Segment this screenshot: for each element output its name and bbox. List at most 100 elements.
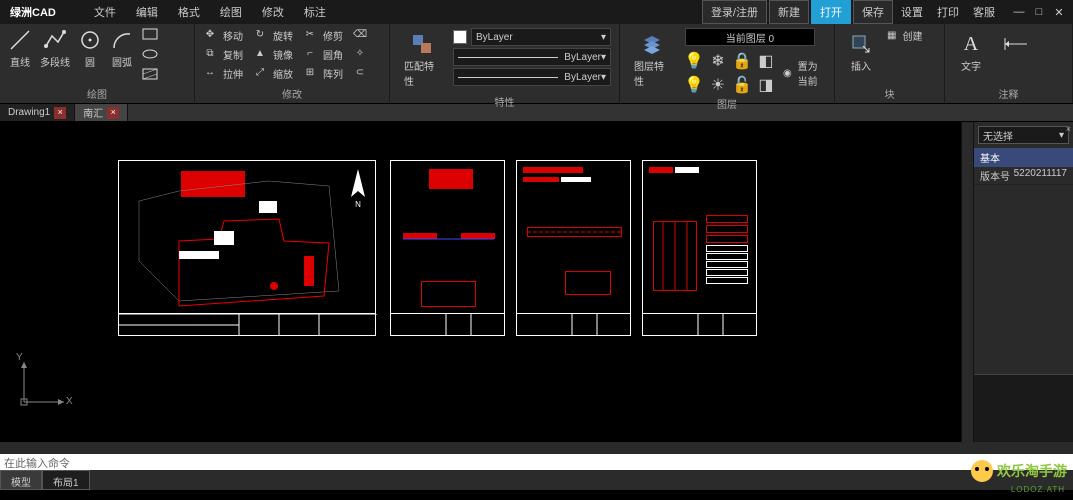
ellipse-icon[interactable] xyxy=(142,48,158,60)
layer-off-icon[interactable]: 💡 xyxy=(685,76,703,94)
properties-panel: × 无选择▾ 基本 版本号 5220211117 xyxy=(973,122,1073,442)
watermark-subtitle: LODOZ.ATH xyxy=(1011,485,1065,494)
main-menu: 文件 编辑 格式 绘图 修改 标注 xyxy=(86,0,334,24)
layer-lock-icon[interactable]: 🔒 xyxy=(733,52,751,70)
stretch-icon: ↔ xyxy=(203,67,217,81)
svg-text:N: N xyxy=(355,200,361,207)
explode-icon: ✧ xyxy=(353,48,367,62)
properties-preview xyxy=(974,374,1073,442)
layer-on-icon[interactable]: 💡 xyxy=(685,52,703,70)
linetype-dropdown[interactable]: ByLayer▾ xyxy=(453,68,611,86)
tool-polyline[interactable]: 多段线 xyxy=(40,28,70,69)
rotate-icon: ↻ xyxy=(253,29,267,43)
layout-tab-model[interactable]: 模型 xyxy=(0,470,42,490)
doc-tab-drawing1[interactable]: Drawing1× xyxy=(0,104,75,121)
login-button[interactable]: 登录/注册 xyxy=(702,0,767,24)
color-dropdown[interactable]: ByLayer▾ xyxy=(471,28,611,46)
menu-edit[interactable]: 编辑 xyxy=(128,0,166,24)
new-button[interactable]: 新建 xyxy=(769,0,809,24)
layer-freeze-icon[interactable]: ❄ xyxy=(709,52,727,70)
settings-link[interactable]: 设置 xyxy=(895,1,929,23)
tab-close-icon[interactable]: × xyxy=(54,107,66,119)
tool-scale[interactable]: ⤢缩放 xyxy=(253,66,293,81)
current-layer-dropdown[interactable]: 当前图层 0 xyxy=(685,28,815,46)
tool-fillet[interactable]: ⌐圆角 xyxy=(303,47,343,62)
save-button[interactable]: 保存 xyxy=(853,0,893,24)
workspace: N xyxy=(0,122,1073,442)
layer-properties-icon xyxy=(640,32,664,56)
tab-close-icon[interactable]: × xyxy=(107,107,119,119)
close-icon[interactable]: ✕ xyxy=(1049,6,1069,19)
props-group-basic[interactable]: 基本 xyxy=(974,148,1073,167)
tool-trim[interactable]: ✂修剪 xyxy=(303,28,343,43)
lineweight-dropdown[interactable]: ByLayer▾ xyxy=(453,48,611,66)
dimension-button[interactable] xyxy=(997,28,1033,60)
panel-close-icon[interactable]: × xyxy=(1066,124,1071,134)
tool-copy[interactable]: ⧉复制 xyxy=(203,47,243,62)
layer-thaw-icon[interactable]: ☀ xyxy=(709,76,727,94)
match-properties-icon xyxy=(410,32,434,56)
chevron-down-icon: ▾ xyxy=(601,52,606,63)
tool-circle[interactable]: 圆 xyxy=(78,28,102,69)
menu-dimension[interactable]: 标注 xyxy=(296,0,334,24)
text-button[interactable]: A 文字 xyxy=(953,28,989,77)
layer-unlock-icon[interactable]: 🔓 xyxy=(733,76,751,94)
layer-color-icon[interactable]: ◧ xyxy=(757,52,775,70)
selection-dropdown[interactable]: 无选择▾ xyxy=(978,126,1069,144)
tool-arc[interactable]: 圆弧 xyxy=(110,28,134,69)
ucs-icon: X Y xyxy=(12,354,72,414)
props-row-version: 版本号 5220211117 xyxy=(974,167,1073,185)
layout-tabs: 模型 布局1 xyxy=(0,470,1073,490)
chevron-down-icon: ▾ xyxy=(601,72,606,83)
menu-draw[interactable]: 绘图 xyxy=(212,0,250,24)
panel-attributes-label: 特性 xyxy=(398,92,611,111)
menu-modify[interactable]: 修改 xyxy=(254,0,292,24)
panel-attributes: 匹配特性 ByLayer▾ ByLayer▾ ByLayer▾ 特性 xyxy=(390,24,620,103)
chevron-down-icon: ▾ xyxy=(1059,130,1064,141)
polyline-icon xyxy=(43,28,67,52)
horizontal-scrollbar[interactable] xyxy=(0,442,1073,454)
set-current-icon: ◉ xyxy=(783,68,792,79)
text-icon: A xyxy=(959,32,983,56)
mirror-icon: ▲ xyxy=(253,48,267,62)
panel-layer-label: 图层 xyxy=(628,94,826,113)
match-properties-button[interactable]: 匹配特性 xyxy=(398,28,445,92)
rectangle-icon[interactable] xyxy=(142,28,158,40)
open-button[interactable]: 打开 xyxy=(811,0,851,24)
maximize-icon[interactable]: □ xyxy=(1029,6,1049,19)
panel-draw: 直线 多段线 圆 圆弧 绘图 xyxy=(0,24,195,103)
menu-format[interactable]: 格式 xyxy=(170,0,208,24)
tool-stretch[interactable]: ↔拉伸 xyxy=(203,66,243,81)
insert-block-button[interactable]: 插入 xyxy=(843,28,879,77)
hatch-icon[interactable] xyxy=(142,68,158,80)
tool-rotate[interactable]: ↻旋转 xyxy=(253,28,293,43)
layer-match-icon[interactable]: ◨ xyxy=(757,76,775,94)
create-block-icon: ▦ xyxy=(887,30,896,41)
panel-draw-label: 绘图 xyxy=(8,84,186,103)
tool-mirror[interactable]: ▲镜像 xyxy=(253,47,293,62)
set-current-layer-button[interactable]: ◉置为当前 xyxy=(783,58,826,88)
minimize-icon[interactable]: — xyxy=(1009,6,1029,19)
tool-erase[interactable]: ⌫ xyxy=(353,28,367,43)
layout-tab-layout1[interactable]: 布局1 xyxy=(42,470,90,490)
panel-annotate-label: 注释 xyxy=(953,84,1064,103)
fillet-icon: ⌐ xyxy=(303,48,317,62)
drawing-canvas[interactable]: N xyxy=(0,122,961,442)
support-link[interactable]: 客服 xyxy=(967,1,1001,23)
menu-file[interactable]: 文件 xyxy=(86,0,124,24)
doc-tab-nanhui[interactable]: 南汇× xyxy=(75,104,128,121)
layer-properties-button[interactable]: 图层特性 xyxy=(628,28,677,92)
tool-explode[interactable]: ✧ xyxy=(353,47,367,62)
tool-array[interactable]: ⊞阵列 xyxy=(303,66,343,81)
tool-line[interactable]: 直线 xyxy=(8,28,32,69)
array-icon: ⊞ xyxy=(303,67,317,81)
trim-icon: ✂ xyxy=(303,29,317,43)
watermark: 欢乐淘手游 xyxy=(971,460,1067,482)
tool-move[interactable]: ✥移动 xyxy=(203,28,243,43)
tool-offset[interactable]: ⊂ xyxy=(353,66,367,81)
print-link[interactable]: 打印 xyxy=(931,1,965,23)
create-block-button[interactable]: ▦创建 xyxy=(887,28,922,43)
vertical-scrollbar[interactable] xyxy=(961,122,973,442)
command-line-input[interactable]: 在此输入命令 xyxy=(0,454,1073,470)
title-bar: 绿洲CAD 文件 编辑 格式 绘图 修改 标注 登录/注册 新建 打开 保存 设… xyxy=(0,0,1073,24)
